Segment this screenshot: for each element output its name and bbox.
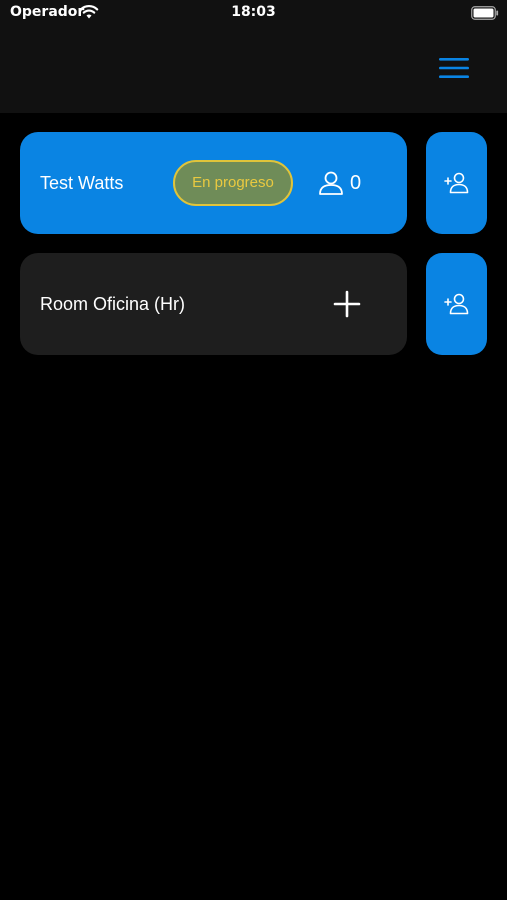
person-icon [319, 171, 343, 195]
plus-icon[interactable] [332, 289, 362, 319]
hamburger-menu-icon [439, 58, 469, 78]
invite-button-room-oficina[interactable] [426, 253, 487, 355]
participant-counter: 0 [318, 168, 361, 198]
app-header [0, 30, 507, 113]
room-name: Room Oficina (Hr) [40, 294, 186, 314]
battery-icon [471, 6, 499, 20]
add-person-icon [443, 172, 468, 194]
status-bar: Operador 18:03 [0, 0, 507, 30]
clock: 18:03 [231, 4, 276, 20]
participant-count: 0 [350, 171, 362, 194]
add-person-icon [443, 293, 468, 315]
status-badge: En progreso [173, 160, 293, 206]
invite-button-test-watts[interactable] [426, 132, 487, 234]
room-card-test-watts[interactable]: Test Watts En progreso 0 [20, 132, 407, 234]
menu-button[interactable] [434, 52, 474, 84]
room-name: Test Watts [40, 173, 124, 193]
room-card-room-oficina[interactable]: Room Oficina (Hr) [20, 253, 407, 355]
